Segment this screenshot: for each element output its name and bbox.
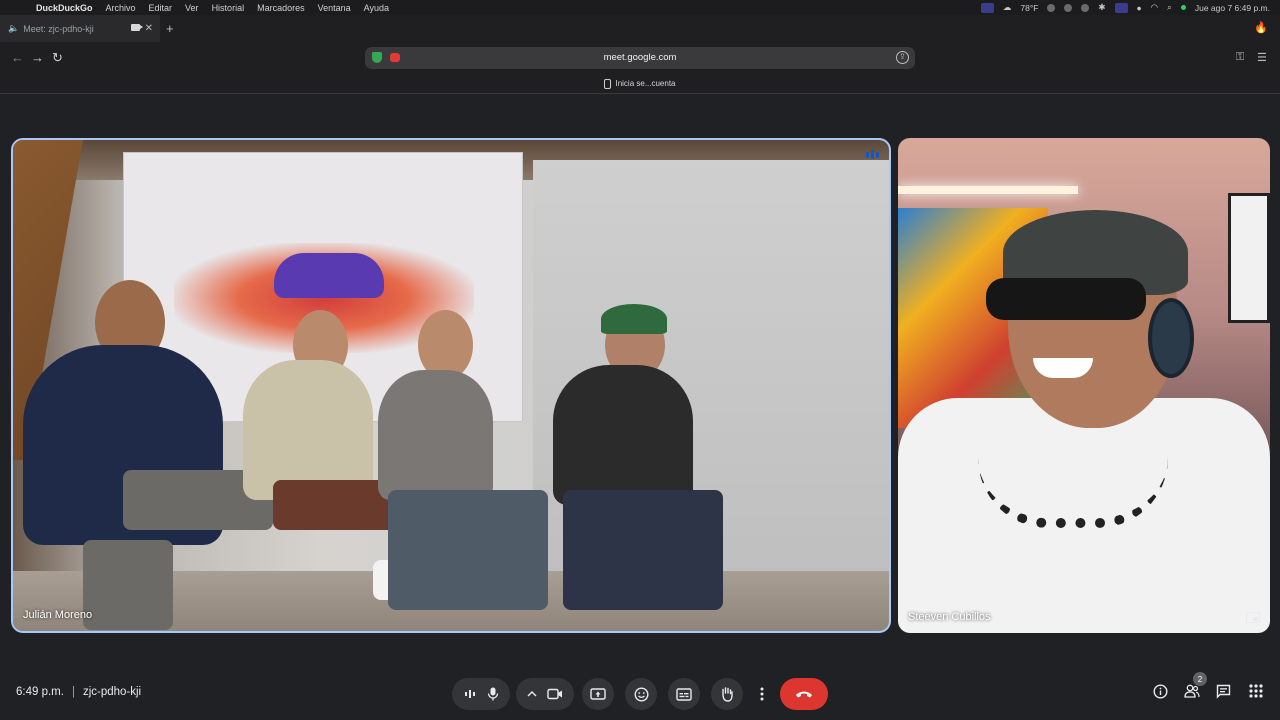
people-icon[interactable] (1184, 684, 1200, 698)
control-center-icon[interactable] (1114, 2, 1128, 13)
bluetooth-icon[interactable]: ✱ (1098, 2, 1105, 13)
microphone-control[interactable] (452, 678, 510, 710)
participant-name-main: Julián Moreno (23, 609, 93, 621)
picture-in-picture-icon[interactable] (1246, 612, 1260, 623)
captions-icon (676, 687, 692, 701)
status-icon-3[interactable] (1081, 3, 1090, 12)
forward-icon[interactable]: → (31, 50, 44, 65)
menubar-status-area: ☁ 78°F ✱ ● ◠ ⌕ Jue ago 7 6:49 p.m. (980, 0, 1270, 15)
menu-ver[interactable]: Ver (185, 3, 199, 13)
audio-level-icon (464, 689, 476, 699)
microphone-icon[interactable] (487, 687, 499, 701)
menu-ventana[interactable]: Ventana (318, 3, 351, 13)
chevron-up-icon[interactable] (527, 690, 537, 698)
menu-editar[interactable]: Editar (149, 3, 173, 13)
hang-up-icon (795, 690, 813, 699)
leave-call-button[interactable] (780, 678, 828, 710)
emoji-icon (633, 686, 649, 702)
new-tab-icon[interactable]: + (166, 21, 174, 36)
reactions-button[interactable] (625, 678, 657, 710)
weather-readout[interactable]: 78°F (1020, 3, 1038, 13)
tab-title: Meet: zjc-pdho-kji (23, 23, 94, 34)
back-icon[interactable]: ← (11, 50, 24, 65)
signin-bar[interactable]: Inicia se...cuenta (0, 74, 1280, 94)
menu-icon[interactable]: ☰ (1257, 51, 1267, 64)
menu-marcadores[interactable]: Marcadores (257, 3, 305, 13)
phone-icon (604, 78, 612, 89)
url-text: meet.google.com (603, 52, 677, 63)
scene-poster (1228, 193, 1270, 323)
captions-button[interactable] (668, 678, 700, 710)
address-bar[interactable]: meet.google.com ⇪ (365, 47, 915, 69)
present-screen-icon (590, 687, 606, 701)
wifi-icon[interactable]: ◠ (1151, 2, 1158, 13)
share-icon[interactable]: ⇪ (896, 51, 909, 64)
reload-icon[interactable]: ↻ (52, 50, 63, 66)
meeting-details-icon[interactable] (1153, 684, 1168, 699)
close-tab-icon[interactable]: ✕ (145, 23, 153, 34)
meeting-info: 6:49 p.m. | zjc-pdho-kji (16, 686, 141, 698)
signin-text: Inicia se...cuenta (615, 79, 676, 88)
camera-control[interactable] (516, 678, 574, 710)
menu-app-name[interactable]: DuckDuckGo (36, 3, 93, 13)
macos-menu-bar: DuckDuckGo Archivo Editar Ver Historial … (0, 0, 1280, 15)
speaking-indicator-icon (866, 150, 879, 159)
menu-archivo[interactable]: Archivo (106, 3, 136, 13)
person-3 (378, 310, 558, 630)
speaker-icon[interactable]: 🔈 (8, 23, 19, 34)
meeting-code[interactable]: zjc-pdho-kji (83, 686, 141, 698)
video-tile-main[interactable]: Julián Moreno (11, 138, 891, 633)
tab-meet[interactable]: 🔈 Meet: zjc-pdho-kji ✕ (0, 15, 160, 42)
person-headphones (1148, 298, 1194, 378)
present-screen-button[interactable] (582, 678, 614, 710)
person-sunglasses (986, 278, 1146, 320)
camera-icon (131, 24, 143, 31)
menu-ayuda[interactable]: Ayuda (364, 3, 389, 13)
browser-toolbar: ← → ↻ meet.google.com ⇪ ⚿ ☰ (0, 42, 1280, 74)
hand-icon (720, 686, 734, 702)
spotlight-icon[interactable]: ⌕ (1167, 2, 1172, 13)
person-4 (553, 304, 753, 630)
status-icon-1[interactable] (1047, 3, 1056, 12)
more-options-button[interactable] (752, 678, 772, 710)
video-camera-icon[interactable] (547, 688, 563, 700)
fire-icon[interactable]: 🔥 (1254, 21, 1268, 34)
settings-key-icon[interactable]: ⚿ (1236, 51, 1244, 64)
activities-grid-icon[interactable] (1249, 684, 1263, 698)
more-vertical-icon (760, 687, 764, 701)
participant-name-side: Steeven Cubillos (908, 611, 991, 623)
menu-historial[interactable]: Historial (212, 3, 245, 13)
meet-control-bar: 6:49 p.m. | zjc-pdho-kji 2 (0, 668, 1280, 720)
meeting-time: 6:49 p.m. (16, 686, 64, 698)
raise-hand-button[interactable] (711, 678, 743, 710)
meeting-info-separator: | (71, 686, 75, 698)
status-icon-2[interactable] (1064, 3, 1073, 12)
tab-strip: 🔈 Meet: zjc-pdho-kji ✕ + 🔥 (0, 15, 1280, 42)
scene-light-strip (898, 186, 1078, 194)
screen-share-icon[interactable] (980, 2, 994, 13)
camera-in-use-indicator (1180, 5, 1186, 10)
chat-icon[interactable] (1216, 684, 1231, 699)
cloud-icon[interactable]: ☁ (1003, 2, 1012, 13)
menubar-clock[interactable]: Jue ago 7 6:49 p.m. (1195, 3, 1270, 13)
scene-car (274, 253, 384, 298)
user-icon[interactable]: ● (1137, 3, 1142, 13)
video-tile-side[interactable]: Steeven Cubillos (898, 138, 1270, 633)
